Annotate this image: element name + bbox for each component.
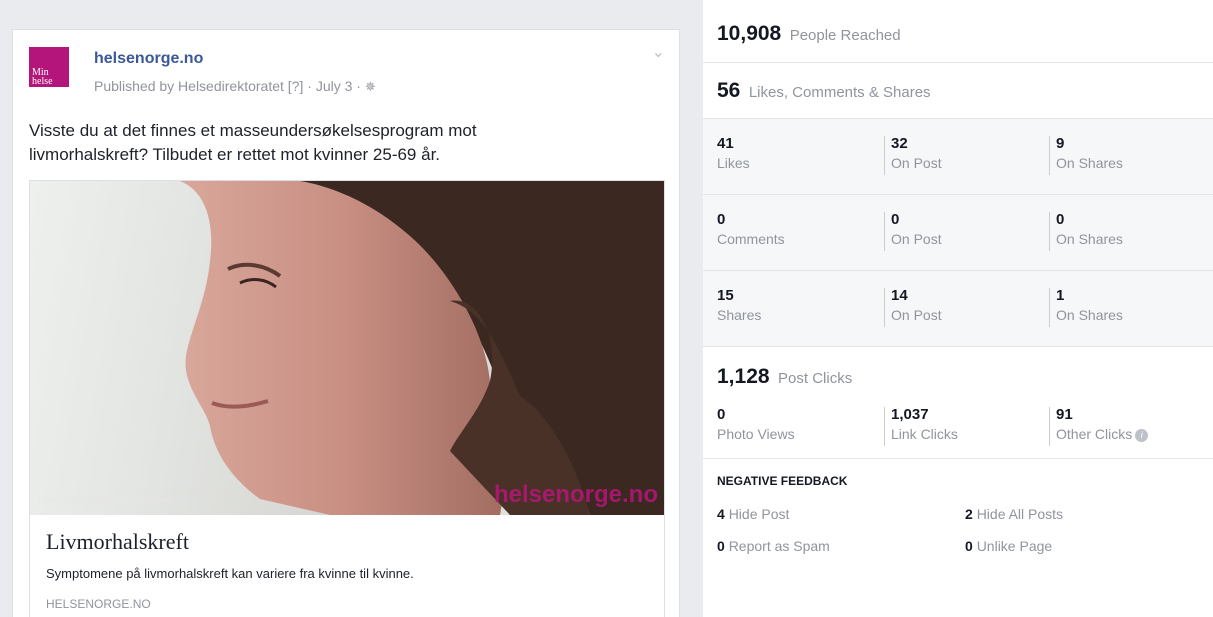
chevron-down-icon[interactable]: ⌄ bbox=[652, 42, 665, 62]
likes-on-shares: 9 On Shares bbox=[1049, 136, 1123, 175]
reach-label: People Reached bbox=[789, 27, 901, 44]
photo-credit: Foto: © Johner (illustrasjonsbilde) bbox=[38, 495, 173, 505]
report-spam-stat: 0 Report as Spam bbox=[717, 538, 830, 554]
help-marker[interactable]: [?] bbox=[288, 78, 304, 94]
comments-on-post: 0 On Post bbox=[884, 212, 942, 251]
link-clicks: 1,037 Link Clicks bbox=[884, 407, 958, 446]
link-title[interactable]: Livmorhalskreft bbox=[46, 529, 189, 555]
shares-on-shares: 1 On Shares bbox=[1049, 288, 1123, 327]
shares-row: 15 Shares 14 On Post 1 On Shares bbox=[703, 271, 1213, 347]
comments-row: 0 Comments 0 On Post 0 On Shares bbox=[703, 195, 1213, 271]
negative-feedback-header: NEGATIVE FEEDBACK bbox=[717, 474, 848, 488]
gear-icon[interactable]: ✵ bbox=[365, 79, 376, 94]
woman-portrait-image bbox=[180, 181, 664, 515]
post-date[interactable]: July 3 bbox=[316, 78, 353, 94]
published-by: Published by Helsedirektoratet bbox=[94, 78, 284, 94]
reach-row: 10,908 People Reached bbox=[703, 0, 1213, 63]
page-avatar[interactable]: Min helse bbox=[29, 47, 69, 87]
likes-total: 41 Likes bbox=[717, 135, 750, 171]
post-clicks-section: 1,128 Post Clicks 0 Photo Views 1,037 Li… bbox=[703, 347, 1213, 459]
comments-total: 0 Comments bbox=[717, 211, 785, 247]
post-text: Visste du at det finnes et masseundersøk… bbox=[29, 121, 477, 164]
reach-value: 10,908 bbox=[717, 22, 782, 45]
engagement-label: Likes, Comments & Shares bbox=[748, 84, 931, 101]
link-preview[interactable]: Foto: © Johner (illustrasjonsbilde) hels… bbox=[29, 180, 665, 617]
link-domain: HELSENORGE.NO bbox=[46, 597, 151, 611]
shares-total: 15 Shares bbox=[717, 287, 762, 323]
photo-views: 0 Photo Views bbox=[717, 406, 795, 442]
link-description: Symptomene på livmorhalskreft kan varier… bbox=[46, 566, 414, 581]
engagement-row: 56 Likes, Comments & Shares bbox=[703, 63, 1213, 119]
likes-on-post: 32 On Post bbox=[884, 136, 942, 175]
post-meta: Published by Helsedirektoratet [?] · Jul… bbox=[94, 78, 376, 94]
shares-on-post: 14 On Post bbox=[884, 288, 942, 327]
insights-panel: 10,908 People Reached 56 Likes, Comments… bbox=[703, 0, 1213, 617]
link-photo[interactable]: Foto: © Johner (illustrasjonsbilde) hels… bbox=[30, 181, 664, 515]
info-icon[interactable]: i bbox=[1135, 428, 1149, 442]
hide-all-posts-stat: 2 Hide All Posts bbox=[965, 506, 1064, 522]
photo-watermark: helsenorge.no bbox=[493, 481, 658, 508]
post-card: Min helse helsenorge.no Published by Hel… bbox=[12, 29, 680, 617]
post-clicks-label: Post Clicks bbox=[778, 370, 853, 387]
post-clicks-value: 1,128 bbox=[717, 365, 770, 388]
comments-on-shares: 0 On Shares bbox=[1049, 212, 1123, 251]
page-name-link[interactable]: helsenorge.no bbox=[94, 50, 203, 68]
other-clicks: 91 Other Clicks i bbox=[1049, 407, 1149, 446]
hide-post-stat: 4 Hide Post bbox=[717, 506, 790, 522]
likes-row: 41 Likes 32 On Post 9 On Shares bbox=[703, 119, 1213, 195]
engagement-breakdown: 41 Likes 32 On Post 9 On Shares 0 Commen… bbox=[703, 119, 1213, 347]
engagement-value: 56 bbox=[717, 79, 741, 102]
unlike-page-stat: 0 Unlike Page bbox=[965, 538, 1053, 554]
